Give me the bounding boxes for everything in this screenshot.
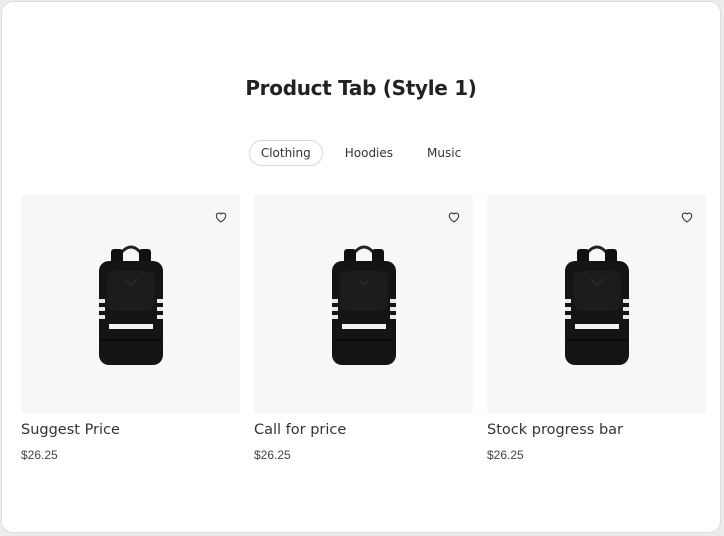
product-name[interactable]: Stock progress bar: [487, 422, 706, 438]
backpack-image: [565, 245, 629, 365]
product-name[interactable]: Suggest Price: [21, 422, 240, 438]
product-card[interactable]: Stock progress bar $26.25: [487, 195, 706, 462]
product-image-frame[interactable]: [21, 195, 240, 413]
product-grid: Suggest Price $26.25 Call for price $26.…: [21, 195, 706, 462]
backpack-image: [99, 245, 163, 365]
backpack-image: [332, 245, 396, 365]
product-price: $26.25: [254, 448, 291, 462]
product-price: $26.25: [21, 448, 58, 462]
product-card[interactable]: Call for price $26.25: [254, 195, 473, 462]
section-title: Product Tab (Style 1): [245, 76, 477, 100]
product-image-frame[interactable]: [487, 195, 706, 413]
heart-outline-icon[interactable]: [214, 210, 228, 224]
heart-outline-icon[interactable]: [680, 210, 694, 224]
product-price: $26.25: [487, 448, 524, 462]
product-image-frame[interactable]: [254, 195, 473, 413]
tab-music[interactable]: Music: [415, 140, 473, 166]
product-name[interactable]: Call for price: [254, 422, 473, 438]
product-card[interactable]: Suggest Price $26.25: [21, 195, 240, 462]
product-tab-section: Product Tab (Style 1) Clothing Hoodies M…: [1, 1, 721, 533]
tab-clothing[interactable]: Clothing: [248, 140, 323, 166]
tab-hoodies[interactable]: Hoodies: [333, 140, 405, 166]
category-tabs: Clothing Hoodies Music: [2, 140, 720, 166]
heart-outline-icon[interactable]: [447, 210, 461, 224]
